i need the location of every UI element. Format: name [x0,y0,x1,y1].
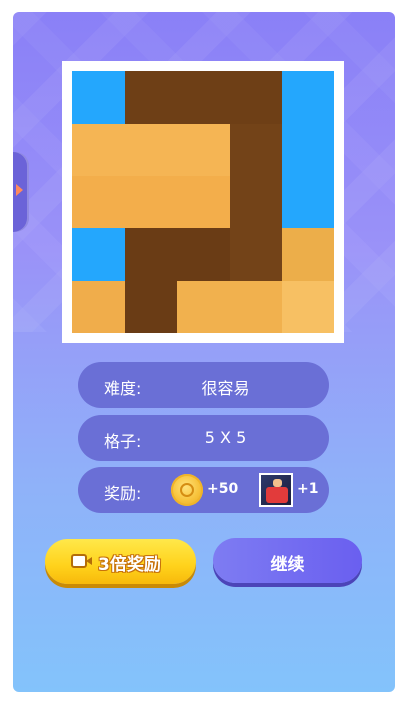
puzzle-preview-frame [62,61,344,343]
puzzle-piece [177,281,282,333]
grid-value: 5 X 5 [204,428,247,447]
result-panel: 难度: 很容易 格子: 5 X 5 奖励: +50 +1 3倍奖励 继续 [13,12,395,692]
puzzle-piece [230,124,282,281]
puzzle-piece [125,281,177,333]
puzzle-piece [125,71,282,124]
difficulty-value: 很容易 [201,379,250,398]
puzzle-piece [72,281,125,333]
continue-label: 继续 [270,555,305,575]
grid-row: 格子: 5 X 5 [78,415,329,461]
video-camera-icon [71,554,92,568]
chevron-right-icon [16,184,23,196]
character-card-icon [259,473,293,507]
item-amount: +1 [297,481,319,497]
triple-reward-button[interactable]: 3倍奖励 [45,539,196,584]
side-drawer-tab[interactable] [13,152,29,232]
puzzle-piece [72,71,125,124]
coin-amount: +50 [207,481,239,497]
difficulty-row: 难度: 很容易 [78,362,329,408]
coin-icon [171,474,203,506]
reward-row: 奖励: +50 +1 [78,467,329,513]
puzzle-piece [72,228,125,281]
reward-label: 奖励: [104,484,142,503]
puzzle-piece [125,228,230,281]
puzzle-piece [72,176,230,228]
puzzle-piece [282,281,334,333]
triple-reward-label: 3倍奖励 [98,555,161,575]
puzzle-piece [282,71,334,228]
puzzle-preview [72,71,334,333]
puzzle-piece [282,228,334,281]
continue-button[interactable]: 继续 [213,538,362,583]
